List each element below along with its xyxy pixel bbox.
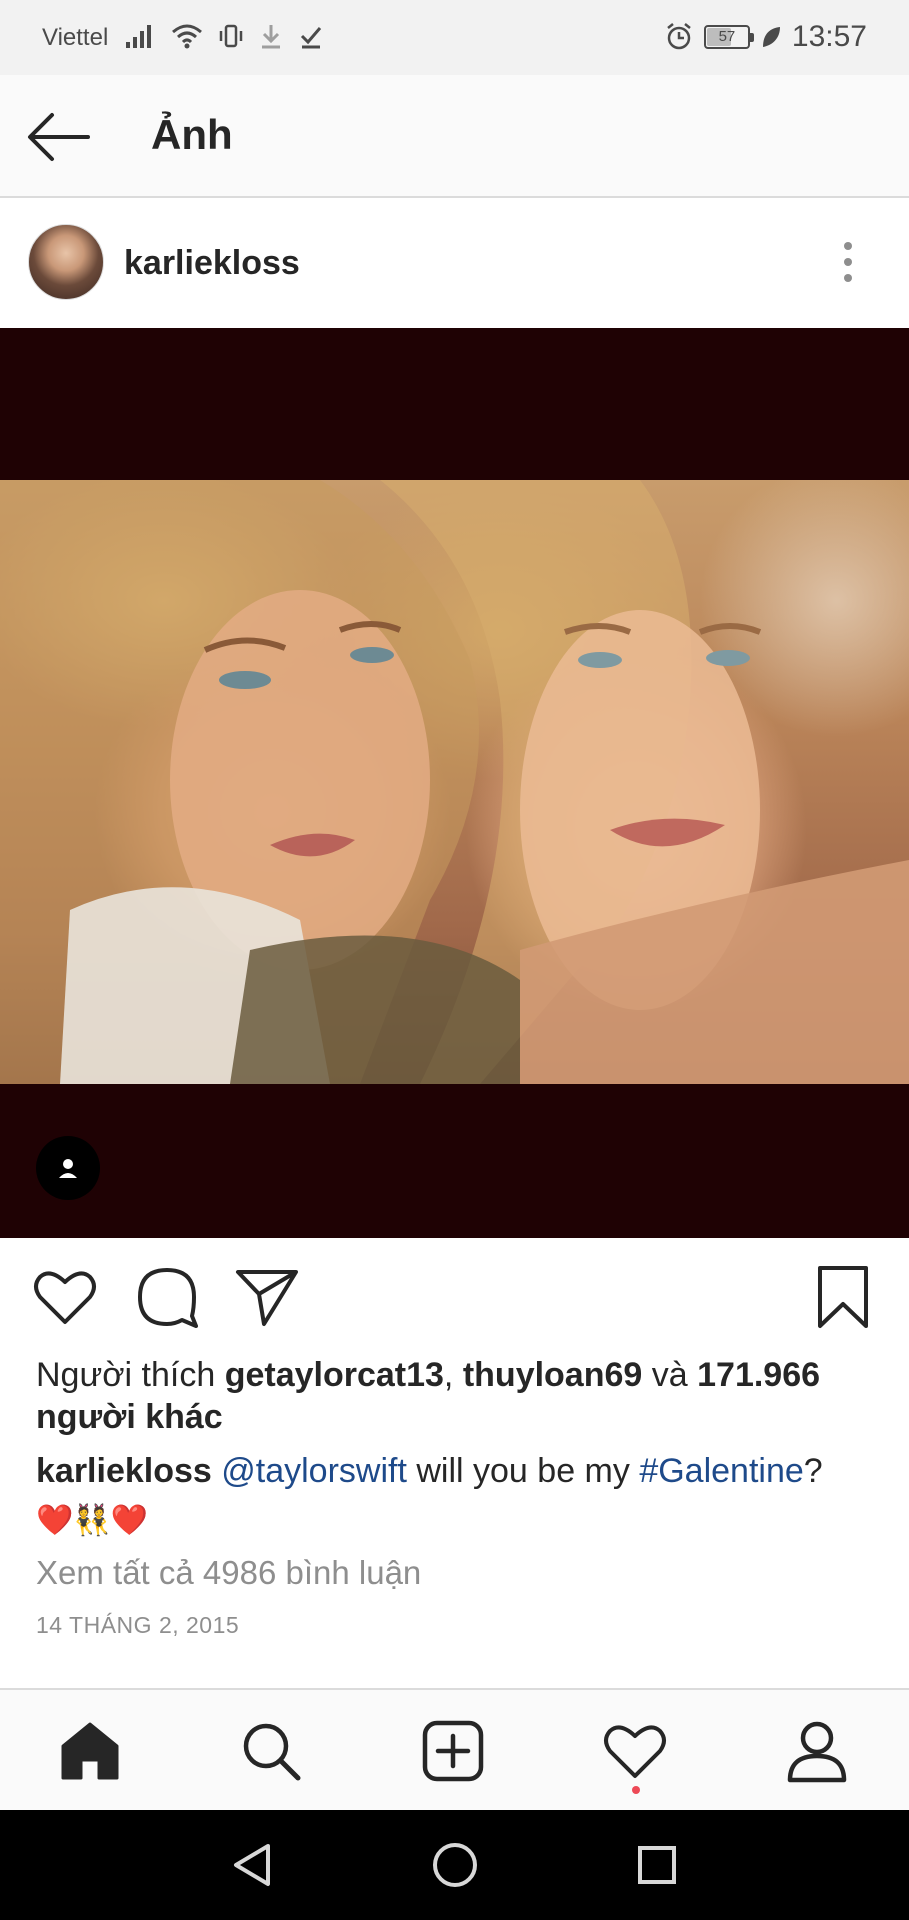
save-button[interactable] bbox=[810, 1264, 876, 1330]
download-icon bbox=[262, 25, 280, 49]
nav-search[interactable] bbox=[238, 1718, 304, 1784]
system-home-button[interactable] bbox=[430, 1840, 480, 1890]
likes-suffix[interactable]: người khác bbox=[36, 1398, 223, 1436]
person-icon bbox=[59, 1159, 77, 1178]
tagged-people-button[interactable] bbox=[36, 1136, 100, 1200]
nav-new-post[interactable] bbox=[420, 1718, 486, 1784]
caption-text: will you be my bbox=[406, 1452, 640, 1490]
recents-square-icon bbox=[638, 1846, 676, 1884]
battery-level: 57 bbox=[718, 28, 736, 45]
view-all-comments-link[interactable]: Xem tất cả 4986 bình luận bbox=[36, 1554, 421, 1592]
alarm-icon bbox=[667, 23, 691, 50]
dot-icon bbox=[844, 274, 852, 282]
comment-button[interactable] bbox=[134, 1264, 200, 1330]
activity-icon bbox=[604, 1725, 666, 1778]
status-bar: Viettel 57 13:57 bbox=[0, 0, 909, 75]
signal-icon bbox=[126, 25, 151, 48]
system-navigation-bar bbox=[0, 1810, 909, 1920]
nav-home[interactable] bbox=[57, 1718, 123, 1784]
bookmark-icon bbox=[818, 1266, 868, 1328]
leaf-icon bbox=[762, 27, 780, 47]
likes-separator: , bbox=[443, 1356, 463, 1394]
arrow-left-icon bbox=[28, 113, 90, 161]
page-title: Ảnh bbox=[151, 111, 233, 158]
post-photo[interactable] bbox=[0, 480, 909, 1084]
likes-conjunction: và bbox=[642, 1356, 698, 1394]
caption-end: ? bbox=[803, 1452, 823, 1490]
photo-illustration bbox=[0, 480, 909, 1084]
post-username[interactable]: karliekloss bbox=[124, 244, 300, 283]
check-icon bbox=[300, 27, 322, 49]
carrier-name: Viettel bbox=[42, 24, 109, 51]
search-icon bbox=[243, 1723, 301, 1781]
liker-username[interactable]: thuyloan69 bbox=[463, 1356, 642, 1394]
back-triangle-icon bbox=[234, 1844, 270, 1886]
like-button[interactable] bbox=[32, 1264, 98, 1330]
likes-summary[interactable]: Người thích getaylorcat13, thuyloan69 và… bbox=[36, 1354, 876, 1438]
comment-icon bbox=[138, 1268, 198, 1328]
system-recents-button[interactable] bbox=[632, 1840, 682, 1890]
heart-icon bbox=[34, 1271, 96, 1324]
wifi-icon bbox=[172, 24, 202, 49]
post-header: karliekloss bbox=[0, 200, 909, 328]
caption-hashtag[interactable]: #Galentine bbox=[639, 1452, 803, 1490]
vibrate-icon bbox=[219, 24, 243, 48]
caption-mention[interactable]: @taylorswift bbox=[221, 1452, 407, 1490]
activity-notification-dot bbox=[632, 1786, 640, 1794]
app-header: Ảnh bbox=[0, 75, 909, 198]
caption-emojis: ❤️👯❤️ bbox=[36, 1504, 149, 1537]
add-post-icon bbox=[422, 1720, 484, 1782]
caption-author[interactable]: karliekloss bbox=[36, 1452, 212, 1490]
more-options-button[interactable] bbox=[836, 240, 860, 284]
nav-profile[interactable] bbox=[784, 1718, 850, 1784]
avatar[interactable] bbox=[28, 224, 104, 300]
share-icon bbox=[236, 1270, 298, 1326]
nav-activity[interactable] bbox=[602, 1718, 668, 1784]
likes-count[interactable]: 171.966 bbox=[697, 1356, 820, 1394]
system-back-button[interactable] bbox=[228, 1840, 278, 1890]
share-button[interactable] bbox=[234, 1264, 300, 1330]
dot-icon bbox=[844, 242, 852, 250]
post-date: 14 THÁNG 2, 2015 bbox=[36, 1612, 240, 1638]
post-media[interactable] bbox=[0, 328, 909, 1238]
battery-icon: 57 bbox=[703, 25, 754, 49]
profile-icon bbox=[787, 1721, 847, 1783]
bottom-nav bbox=[0, 1688, 909, 1810]
post-caption: karliekloss @taylorswift will you be my … bbox=[36, 1447, 876, 1545]
dot-icon bbox=[844, 258, 852, 266]
likes-prefix: Người thích bbox=[36, 1356, 225, 1394]
home-circle-icon bbox=[433, 1843, 477, 1887]
liker-username[interactable]: getaylorcat13 bbox=[225, 1356, 444, 1394]
clock: 13:57 bbox=[791, 20, 867, 53]
home-icon bbox=[61, 1722, 119, 1780]
back-button[interactable] bbox=[26, 109, 92, 165]
post-action-bar bbox=[0, 1238, 909, 1358]
